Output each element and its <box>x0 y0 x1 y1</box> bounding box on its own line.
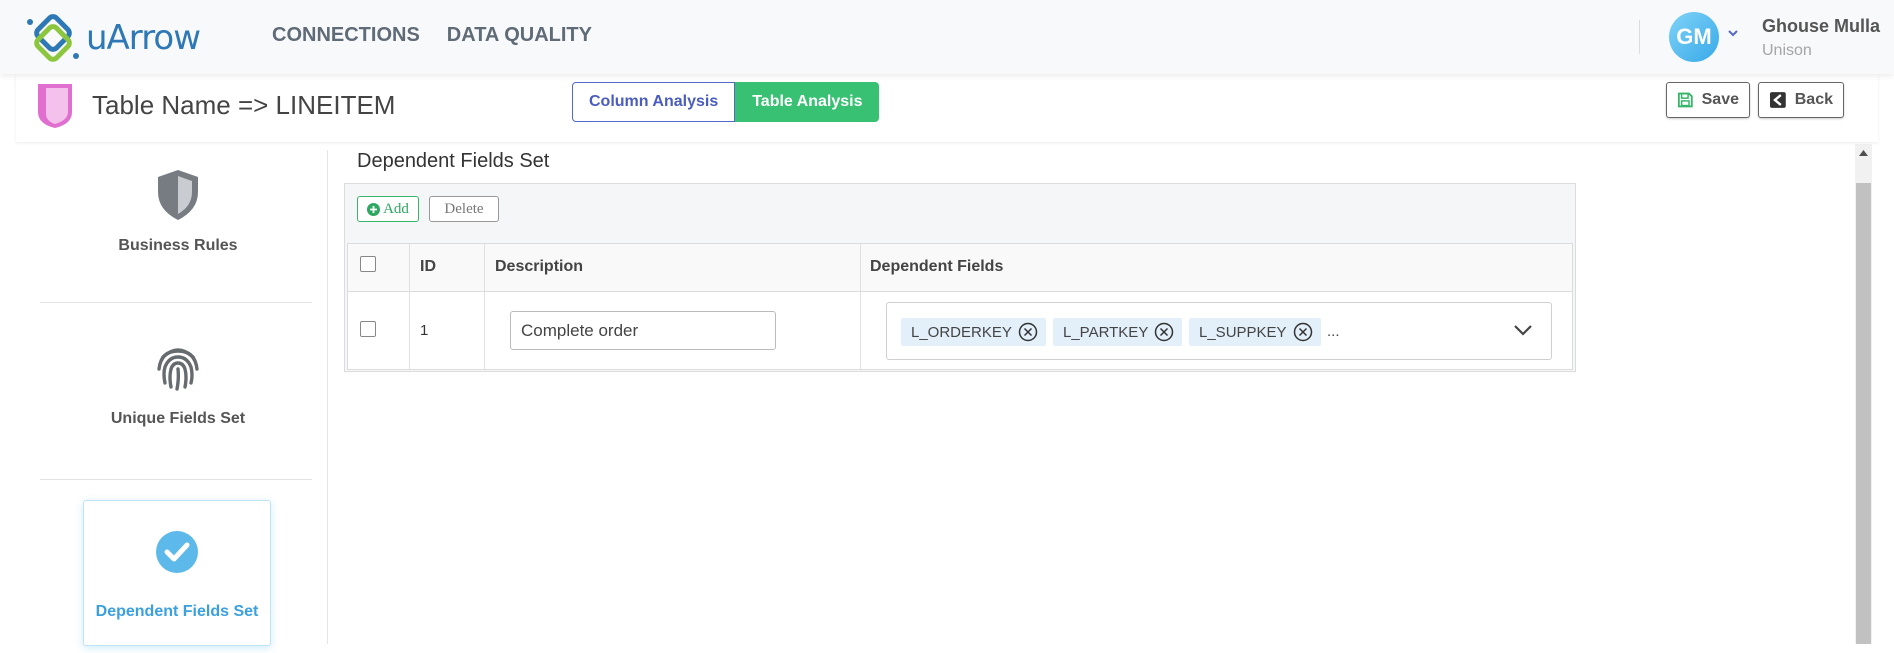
plus-circle-icon <box>367 202 381 216</box>
sidebar-border <box>327 150 328 644</box>
section-title: Dependent Fields Set <box>357 150 550 172</box>
header-description: Description <box>495 258 584 275</box>
sidebar-divider <box>40 479 312 480</box>
fingerprint-icon <box>157 348 199 391</box>
page-header: Table Name => LINEITEM Column Analysis T… <box>16 74 1878 142</box>
field-tag-label: L_PARTKEY <box>1063 323 1149 341</box>
user-name: Ghouse Mulla <box>1762 16 1881 36</box>
floppy-disk-icon <box>1677 92 1693 108</box>
table-badge-icon <box>38 84 72 128</box>
chevron-down-icon[interactable] <box>1513 323 1533 337</box>
user-org: Unison <box>1762 42 1812 59</box>
sidebar-item-label: Dependent Fields Set <box>95 603 259 620</box>
sidebar-item-business-rules[interactable]: Business Rules <box>40 168 316 255</box>
remove-tag-icon[interactable] <box>1293 322 1313 342</box>
shield-icon <box>158 170 198 220</box>
remove-tag-icon[interactable] <box>1018 322 1038 342</box>
sidebar-item-dependent-fields[interactable]: Dependent Fields Set <box>83 500 271 646</box>
sidebar-item-label: Unique Fields Set <box>110 410 246 427</box>
nav-divider <box>1639 20 1640 54</box>
main-nav: CONNECTIONS DATA QUALITY <box>272 24 592 47</box>
field-tag: L_ORDERKEY <box>901 318 1046 346</box>
field-tag: L_PARTKEY <box>1053 318 1183 346</box>
sidebar-item-unique-fields[interactable]: Unique Fields Set <box>40 343 316 428</box>
description-input[interactable] <box>510 311 776 350</box>
brand-logo[interactable]: uArrow <box>26 12 201 64</box>
scroll-up-arrow-icon[interactable] <box>1858 148 1869 158</box>
description-cell <box>485 291 861 369</box>
top-navbar: uArrow CONNECTIONS DATA QUALITY GM Ghous… <box>0 0 1894 74</box>
page-title: Table Name => LINEITEM <box>92 90 396 120</box>
back-button[interactable]: Back <box>1758 82 1844 118</box>
dependent-fields-cell: L_ORDERKEY L_PARTKEY L_SUPPKEY ... <box>861 291 1572 369</box>
back-label: Back <box>1794 91 1833 108</box>
dependent-fields-multiselect[interactable]: L_ORDERKEY L_PARTKEY L_SUPPKEY ... <box>886 302 1552 360</box>
save-button[interactable]: Save <box>1666 82 1750 118</box>
sidebar-item-label: Business Rules <box>118 237 238 254</box>
add-label: Add <box>383 200 409 217</box>
save-label: Save <box>1701 91 1739 108</box>
more-tags-indicator: ... <box>1327 323 1340 340</box>
row-checkbox[interactable] <box>360 321 376 337</box>
header-dependent-fields: Dependent Fields <box>870 258 1004 275</box>
back-arrow-icon <box>1769 92 1786 108</box>
header-id: ID <box>420 258 436 275</box>
tab-table-analysis[interactable]: Table Analysis <box>735 82 880 122</box>
row-id: 1 <box>420 322 429 339</box>
check-circle-icon <box>156 531 198 573</box>
tab-column-analysis[interactable]: Column Analysis <box>572 82 736 122</box>
remove-tag-icon[interactable] <box>1154 322 1174 342</box>
scrollbar-thumb[interactable] <box>1856 183 1871 644</box>
add-button[interactable]: Add <box>357 196 419 222</box>
sidebar-divider <box>40 302 312 303</box>
table-row: 1 L_ORDERKEY L_PARTKEY <box>348 291 1572 369</box>
logo-mark-icon <box>27 14 79 62</box>
field-tag-label: L_SUPPKEY <box>1199 323 1287 341</box>
nav-data-quality[interactable]: DATA QUALITY <box>447 24 592 47</box>
dependent-fields-table: ID Description Dependent Fields 1 L_ORDE… <box>347 243 1573 370</box>
field-tag: L_SUPPKEY <box>1189 318 1321 346</box>
delete-button[interactable]: Delete <box>429 196 499 222</box>
avatar[interactable]: GM <box>1669 12 1719 62</box>
field-tag-label: L_ORDERKEY <box>911 323 1012 341</box>
left-sidebar: Business Rules Unique Fields Set Depende… <box>16 150 328 653</box>
analysis-tabs: Column Analysis Table Analysis <box>572 82 880 122</box>
select-all-checkbox[interactable] <box>360 256 376 272</box>
nav-connections[interactable]: CONNECTIONS <box>272 24 420 47</box>
brand-name: uArrow <box>86 18 201 58</box>
chevron-down-icon[interactable] <box>1727 28 1739 38</box>
dependent-fields-panel: Add Delete ID Description Dependent Fiel… <box>344 183 1576 372</box>
